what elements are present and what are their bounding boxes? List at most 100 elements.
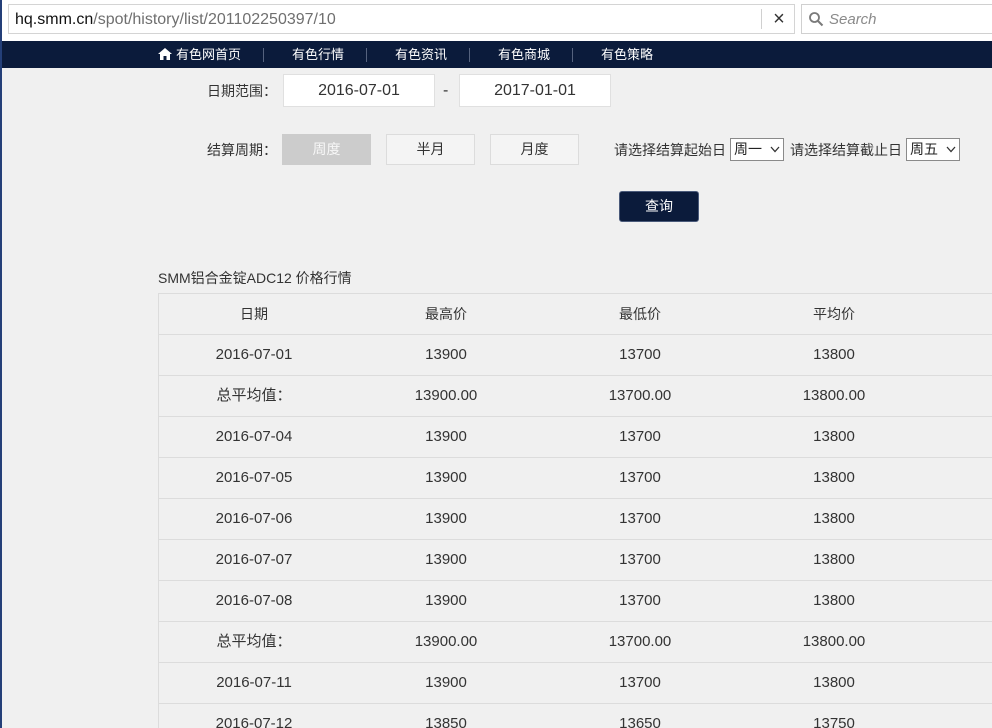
end-date-input[interactable] [459, 74, 611, 107]
cell-date: 2016-07-06 [215, 510, 293, 527]
table-row: 2016-07-07 13900 13700 13800 [159, 540, 992, 581]
browser-window: hq.smm.cn/spot/history/list/201102250397… [0, 0, 992, 728]
cell-filler [931, 581, 992, 621]
site-nav: 有色网首页 有色行情 有色资讯 有色商城 有色策略 [0, 41, 992, 68]
table-header-row: 日期 最高价 最低价 平均价 [159, 294, 992, 335]
cell-avg: 13800.00 [802, 633, 866, 650]
header-avg: 平均价 [813, 306, 855, 322]
nav-divider [263, 48, 264, 62]
nav-divider [469, 48, 470, 62]
url-text[interactable]: hq.smm.cn/spot/history/list/201102250397… [15, 10, 336, 30]
table-body: 2016-07-01 13900 13700 13800 总平均值： 13900.00 13… [159, 335, 992, 728]
cell-high: 13900 [425, 674, 467, 691]
cell-high: 13900 [425, 551, 467, 568]
period-weekly-button[interactable]: 周度 [282, 134, 371, 165]
nav-divider [572, 48, 573, 62]
cell-low: 13700 [619, 428, 661, 445]
average-row: 总平均值： 13900.00 13700.00 13800.00 [159, 376, 992, 417]
start-day-select[interactable]: 周一 [730, 138, 784, 161]
cell-high: 13900.00 [414, 387, 478, 404]
window-border [0, 0, 2, 728]
cell-avg: 13750 [813, 715, 855, 728]
cell-low: 13700 [619, 469, 661, 486]
query-button[interactable]: 查询 [619, 191, 699, 222]
cell-high: 13900 [425, 428, 467, 445]
cell-low: 13650 [619, 715, 661, 728]
end-day-label: 请选择结算截止日 [790, 142, 902, 158]
clear-url-button[interactable]: × [769, 7, 789, 31]
nav-item-quotes[interactable]: 有色行情 [292, 41, 344, 68]
cell-filler [931, 540, 992, 580]
nav-item-news[interactable]: 有色资讯 [395, 41, 447, 68]
start-day-value: 周一 [734, 141, 762, 157]
cell-low: 13700.00 [608, 387, 672, 404]
cell-date: 2016-07-04 [215, 428, 293, 445]
cell-date: 2016-07-07 [215, 551, 293, 568]
end-day-select[interactable]: 周五 [906, 138, 960, 161]
cell-filler [931, 499, 992, 539]
url-host: hq.smm.cn [15, 11, 94, 28]
browser-toolbar: hq.smm.cn/spot/history/list/201102250397… [0, 0, 992, 41]
nav-item-strategy[interactable]: 有色策略 [601, 41, 653, 68]
cell-high: 13850 [425, 715, 467, 728]
price-table: 日期 最高价 最低价 平均价 2016-07-01 13900 13700 13800… [158, 293, 992, 728]
search-input[interactable]: Search [801, 4, 992, 34]
table-row: 2016-07-05 13900 13700 13800 [159, 458, 992, 499]
search-icon [809, 12, 824, 27]
cell-filler [931, 376, 992, 416]
home-icon [158, 48, 172, 60]
cell-low: 13700 [619, 592, 661, 609]
period-monthly-button[interactable]: 月度 [490, 134, 579, 165]
cell-date: 2016-07-01 [215, 346, 293, 363]
cell-avg: 13800 [813, 551, 855, 568]
cell-high: 13900 [425, 469, 467, 486]
cell-date: 2016-07-05 [215, 469, 293, 486]
cell-filler [931, 417, 992, 457]
cell-filler [931, 335, 992, 375]
address-bar-divider [761, 9, 762, 29]
cell-avg: 13800.00 [802, 387, 866, 404]
chevron-down-icon [770, 146, 780, 153]
search-placeholder: Search [829, 11, 877, 28]
header-date: 日期 [240, 306, 268, 322]
nav-item-home[interactable]: 有色网首页 [158, 41, 241, 68]
cell-low: 13700 [619, 551, 661, 568]
table-row: 2016-07-11 13900 13700 13800 [159, 663, 992, 704]
cell-high: 13900.00 [414, 633, 478, 650]
date-range-separator: - [443, 82, 449, 99]
cell-low: 13700 [619, 510, 661, 527]
cell-avg: 13800 [813, 510, 855, 527]
address-bar[interactable]: hq.smm.cn/spot/history/list/201102250397… [8, 4, 795, 34]
nav-divider [366, 48, 367, 62]
cell-high: 13900 [425, 346, 467, 363]
cell-low: 13700 [619, 674, 661, 691]
cell-date: 2016-07-11 [216, 674, 292, 691]
header-high: 最高价 [425, 306, 467, 322]
table-row: 2016-07-12 13850 13650 13750 [159, 704, 992, 728]
start-date-input[interactable] [283, 74, 435, 107]
cell-high: 13900 [425, 592, 467, 609]
period-halfmonth-button[interactable]: 半月 [386, 134, 475, 165]
cell-avg: 13800 [813, 674, 855, 691]
cell-avg: 13800 [813, 428, 855, 445]
cell-date: 总平均值： [216, 387, 292, 404]
header-filler [931, 294, 992, 334]
nav-item-mall[interactable]: 有色商城 [498, 41, 550, 68]
table-row: 2016-07-08 13900 13700 13800 [159, 581, 992, 622]
url-path: /spot/history/list/201102250397/10 [93, 11, 336, 28]
table-row: 2016-07-04 13900 13700 13800 [159, 417, 992, 458]
chevron-down-icon [946, 146, 956, 153]
header-low: 最低价 [619, 306, 661, 322]
cell-avg: 13800 [813, 346, 855, 363]
table-row: 2016-07-01 13900 13700 13800 [159, 335, 992, 376]
cell-filler [931, 704, 992, 728]
cell-date: 2016-07-08 [215, 592, 293, 609]
end-day-value: 周五 [910, 141, 938, 157]
cell-low: 13700.00 [608, 633, 672, 650]
date-range-label: 日期范围： [207, 83, 277, 99]
average-row: 总平均值： 13900.00 13700.00 13800.00 [159, 622, 992, 663]
cell-filler [931, 622, 992, 662]
table-title: SMM铝合金锭ADC12 价格行情 [158, 270, 352, 286]
period-label: 结算周期： [207, 142, 277, 158]
cell-date: 2016-07-12 [215, 715, 293, 728]
